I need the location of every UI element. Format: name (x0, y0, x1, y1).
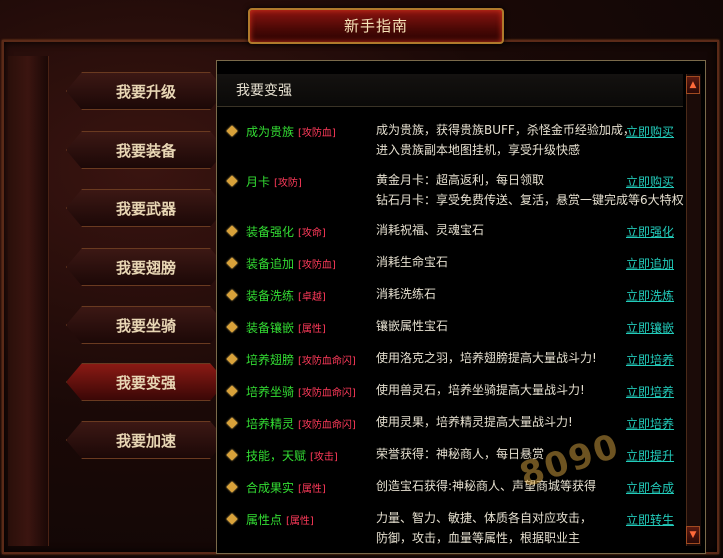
item-name: 装备镶嵌 [属性] (246, 321, 326, 335)
item-description: 消耗生命宝石 (376, 255, 449, 269)
item-description: 使用兽灵石，培养坐骑提高大量战斗力! (376, 383, 585, 397)
nav-weapon-button[interactable]: 我要武器 (66, 189, 226, 227)
nav-strengthen-button[interactable]: 我要变强 (66, 363, 226, 401)
buy-monthly-card-link[interactable]: 立即购买 (626, 173, 674, 190)
item-tag: [攻防血命闪] (298, 388, 356, 399)
item-description: 成为贵族，获得贵族BUFF，杀怪金币经验加成， 进入贵族副本地图挂机，享受升级快感 (376, 123, 635, 157)
scroll-down-icon[interactable]: ▼ (686, 526, 700, 544)
enhance-link[interactable]: 立即强化 (626, 223, 674, 240)
left-ornament (8, 56, 49, 546)
item-name: 月卡 [攻防] (246, 175, 302, 189)
window-title: 新手指南 (343, 17, 408, 35)
item-description: 镶嵌属性宝石 (376, 319, 449, 333)
nav-level-up-button[interactable]: 我要升级 (66, 72, 226, 110)
nav-label: 我要加速 (115, 432, 176, 450)
scroll-up-icon[interactable]: ▲ (686, 76, 700, 94)
item-name: 合成果实 [属性] (246, 481, 326, 495)
item-name: 技能，天赋 [攻击] (246, 449, 338, 463)
nav-wings-button[interactable]: 我要翅膀 (66, 248, 226, 286)
nav-equipment-button[interactable]: 我要装备 (66, 131, 226, 169)
item-tag: [攻防血命闪] (298, 420, 356, 431)
item-name: 属性点 [属性] (246, 513, 314, 527)
nav-label: 我要坐骑 (115, 317, 176, 335)
train-wings-link[interactable]: 立即培养 (626, 351, 674, 368)
item-tag: [攻击] (310, 452, 338, 463)
item-name: 装备洗练 [卓越] (246, 289, 326, 303)
list-item: 月卡 [攻防] 黄金月卡：超高返利，每日领取 钻石月卡：享受免费传送、复活，悬赏一键… (224, 173, 684, 213)
nav-label: 我要升级 (115, 83, 176, 101)
item-tag: [攻防血] (298, 260, 336, 271)
train-mount-link[interactable]: 立即培养 (626, 383, 674, 400)
refine-link[interactable]: 立即洗炼 (626, 287, 674, 304)
item-description: 黄金月卡：超高返利，每日领取 钻石月卡：享受免费传送、复活，悬赏一键完成等6大特权 (376, 173, 684, 207)
item-name: 装备强化 [攻命] (246, 225, 326, 239)
rebirth-link[interactable]: 立即转生 (626, 511, 674, 528)
item-description: 使用灵果，培养精灵提高大量战斗力! (376, 415, 573, 429)
list-item: 成为贵族 [攻防血] 成为贵族，获得贵族BUFF，杀怪金币经验加成， 进入贵族副本地… (224, 123, 680, 163)
item-tag: [属性] (298, 324, 326, 335)
item-tag: [攻防血命闪] (298, 356, 356, 367)
nav-label: 我要武器 (115, 200, 176, 218)
diamond-bullet-icon (226, 125, 238, 137)
nav-label: 我要翅膀 (115, 259, 176, 277)
nav-label: 我要装备 (115, 142, 176, 160)
item-tag: [卓越] (298, 292, 326, 303)
item-name: 装备追加 [攻防血] (246, 257, 336, 271)
buy-noble-link[interactable]: 立即购买 (626, 123, 674, 140)
item-tag: [属性] (298, 484, 326, 495)
item-description: 使用洛克之羽，培养翅膀提高大量战斗力! (376, 351, 597, 365)
item-name: 培养坐骑 [攻防血命闪] (246, 385, 356, 399)
item-tag: [攻命] (298, 228, 326, 239)
diamond-bullet-icon (226, 175, 238, 187)
item-tag: [属性] (286, 516, 314, 527)
item-tag: [攻防血] (298, 128, 336, 139)
inlay-link[interactable]: 立即镶嵌 (626, 319, 674, 336)
item-description: 力量、智力、敏捷、体质各自对应攻击， 防御，攻击，血量等属性，根据职业主 (376, 511, 593, 545)
nav-mount-button[interactable]: 我要坐骑 (66, 306, 226, 344)
item-name: 成为贵族 [攻防血] (246, 125, 336, 139)
append-link[interactable]: 立即追加 (626, 255, 674, 272)
scrollbar-track[interactable] (686, 74, 701, 546)
panel-title: 我要变强 (236, 83, 292, 99)
nav-speed-button[interactable]: 我要加速 (66, 421, 226, 459)
item-description: 消耗祝福、灵魂宝石 (376, 223, 485, 237)
item-tag: [攻防] (274, 178, 302, 189)
item-name: 培养精灵 [攻防血命闪] (246, 417, 356, 431)
nav-label: 我要变强 (115, 374, 176, 392)
item-name: 培养翅膀 [攻防血命闪] (246, 353, 356, 367)
item-description: 消耗洗练石 (376, 287, 437, 301)
